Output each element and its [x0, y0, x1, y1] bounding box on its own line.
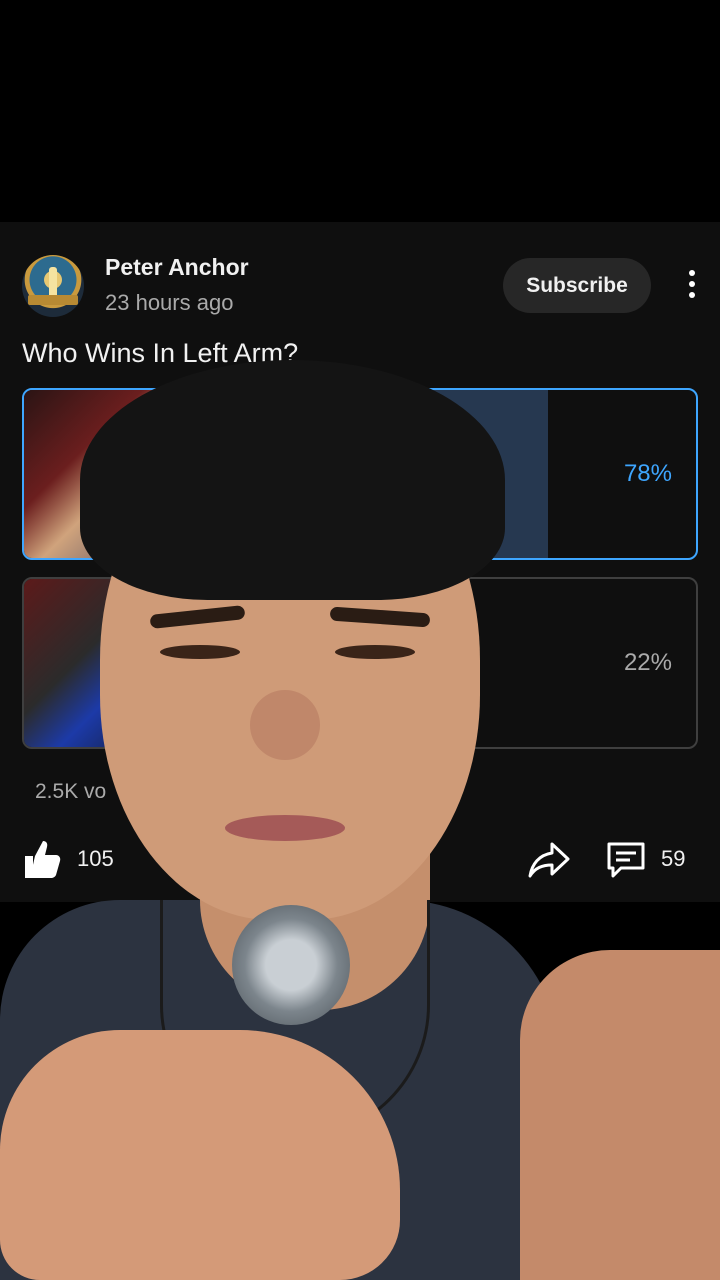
like-count: 105 [77, 846, 114, 871]
person-necklace [160, 900, 430, 1140]
comment-icon[interactable] [605, 840, 647, 880]
video-top-black-area [0, 0, 720, 222]
poll-question: Who Wins In Left Arm? [22, 338, 299, 368]
post-time: 23 hours ago [105, 290, 234, 315]
person-shoulder [520, 950, 720, 1280]
poll-option-2[interactable]: 22% [22, 577, 698, 749]
share-arrow-icon[interactable] [528, 840, 570, 880]
person-hand [0, 1030, 400, 1280]
person-shirt [0, 900, 560, 1280]
subscribe-button[interactable]: Subscribe [503, 258, 651, 313]
poll-option-image-1 [24, 390, 194, 558]
poll-option-1[interactable]: 78% [22, 388, 698, 560]
channel-avatar[interactable] [22, 255, 84, 317]
community-post-card [0, 222, 720, 902]
more-vert-icon[interactable] [682, 270, 702, 302]
avatar-banner [28, 295, 78, 305]
poll-percent-1: 78% [623, 460, 672, 487]
poll-option-image-2 [24, 579, 194, 747]
thumbs-up-icon[interactable] [22, 838, 62, 880]
poll-percent-2: 22% [623, 649, 672, 676]
comment-count: 59 [661, 846, 686, 871]
lavalier-mic-icon [232, 905, 350, 1025]
poll-vote-count: 2.5K vo [35, 780, 107, 803]
channel-name[interactable]: Peter Anchor [105, 254, 249, 281]
